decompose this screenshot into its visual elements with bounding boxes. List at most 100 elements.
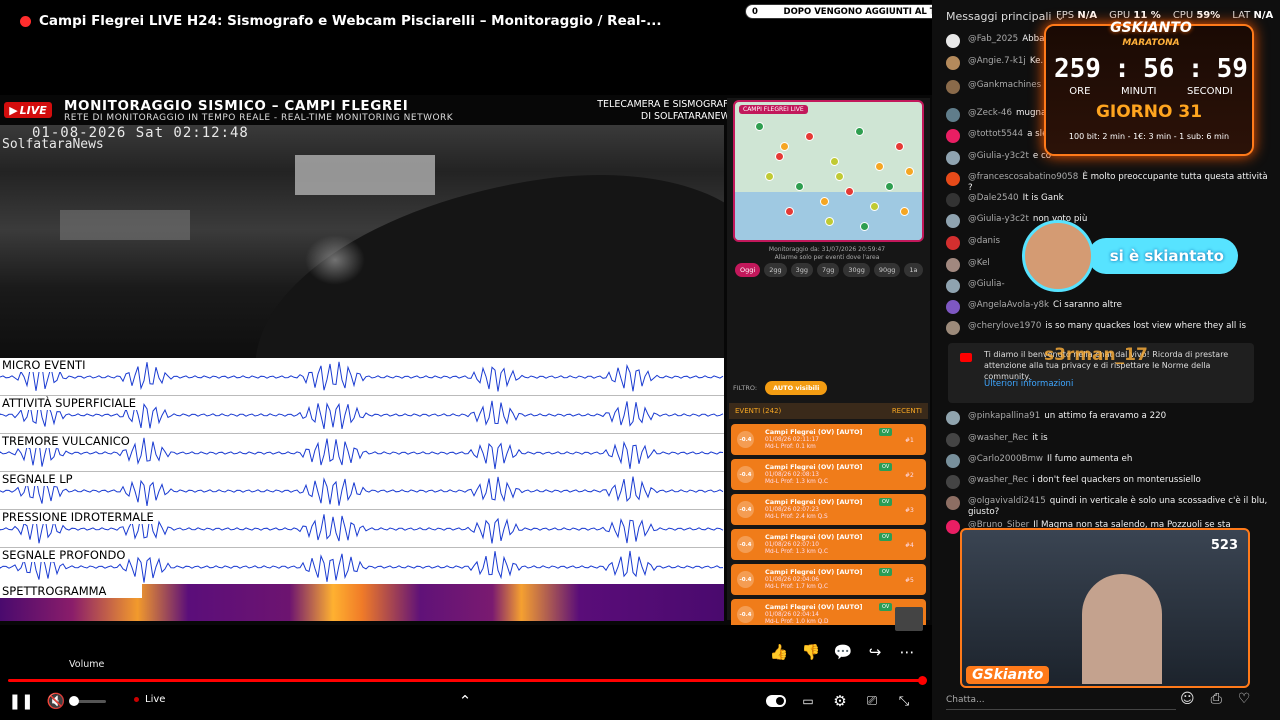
map-event-marker[interactable]	[795, 182, 804, 191]
event-card[interactable]: -0.4 Campi Flegrei (OV) [AUTO] 01/08/26 02…	[731, 459, 926, 490]
avatar[interactable]	[946, 496, 960, 510]
timer-subtitle: MARATONA	[1122, 38, 1180, 48]
chat-author[interactable]: @Fab_2025	[968, 34, 1018, 44]
avatar[interactable]	[946, 193, 960, 207]
map-event-marker[interactable]	[785, 207, 794, 216]
avatar[interactable]	[946, 34, 960, 48]
mute-icon[interactable]: 🔇	[46, 690, 66, 712]
avatar[interactable]	[946, 520, 960, 534]
events-sort[interactable]: RECENTI	[892, 407, 922, 415]
map-event-marker[interactable]	[905, 167, 914, 176]
chat-mode[interactable]: Messaggi principali	[946, 10, 1051, 23]
share-icon[interactable]: ↪	[866, 643, 884, 661]
event-map[interactable]: CAMPI FLEGREI LIVE	[733, 100, 924, 242]
chat-author[interactable]: @Zeck-46	[968, 108, 1012, 118]
map-event-marker[interactable]	[820, 197, 829, 206]
chat-message: @olgavivaldi2415 quindi in verticale è so…	[946, 496, 1268, 518]
avatar[interactable]	[946, 129, 960, 143]
progress-thumb[interactable]	[918, 676, 927, 685]
time-range-1a[interactable]: 1a	[904, 263, 923, 277]
chat-author[interactable]: @tottot5544	[968, 129, 1023, 139]
chat-author[interactable]: @washer_Rec	[968, 475, 1028, 485]
super-chat-icon[interactable]: ♡	[1238, 691, 1251, 707]
event-magnitude: -0.4	[737, 501, 754, 518]
subtitles-icon[interactable]: ▭	[798, 690, 818, 712]
dislike-icon[interactable]: 👎	[802, 643, 821, 661]
avatar[interactable]	[946, 151, 960, 165]
map-event-marker[interactable]	[775, 152, 784, 161]
map-event-marker[interactable]	[805, 132, 814, 141]
volume-knob[interactable]	[69, 696, 79, 706]
event-card[interactable]: -0.4 Campi Flegrei (OV) [AUTO] 01/08/26 02…	[731, 424, 926, 455]
avatar[interactable]	[946, 236, 960, 250]
chat-author[interactable]: @olgavivaldi2415	[968, 496, 1046, 506]
event-card[interactable]: -0.4 Campi Flegrei (OV) [AUTO] 01/08/26 02…	[731, 564, 926, 595]
map-event-marker[interactable]	[755, 122, 764, 131]
more-icon[interactable]: ⋯	[898, 643, 916, 661]
avatar[interactable]	[946, 411, 960, 425]
progress-bar[interactable]	[8, 679, 924, 682]
gift-icon[interactable]: ⎙	[1211, 691, 1222, 707]
chat-message-body: @olgavivaldi2415 quindi in verticale è so…	[968, 496, 1268, 518]
map-event-marker[interactable]	[855, 127, 864, 136]
event-card[interactable]: -0.4 Campi Flegrei (OV) [AUTO] 01/08/26 02…	[731, 494, 926, 525]
map-event-marker[interactable]	[830, 157, 839, 166]
chevron-up-icon[interactable]: ⌃	[455, 690, 475, 712]
map-event-marker[interactable]	[870, 202, 879, 211]
avatar[interactable]	[946, 214, 960, 228]
like-icon[interactable]: 👍	[770, 643, 789, 661]
avatar[interactable]	[946, 475, 960, 489]
pause-icon[interactable]: ❚❚	[8, 690, 33, 712]
time-range-2gg[interactable]: 2gg	[764, 263, 787, 277]
chat-input[interactable]: Chatta...	[946, 690, 1176, 710]
chat-icon[interactable]: 💬	[834, 643, 853, 661]
filter-pill[interactable]: AUTO visibili	[765, 381, 828, 395]
chat-author[interactable]: @AngelaAvola-y8k	[968, 300, 1049, 310]
autoplay-toggle[interactable]	[766, 695, 786, 707]
cast-icon[interactable]: ⎚	[862, 690, 882, 712]
map-event-marker[interactable]	[900, 207, 909, 216]
avatar[interactable]	[946, 433, 960, 447]
map-event-marker[interactable]	[860, 222, 869, 231]
map-event-marker[interactable]	[765, 172, 774, 181]
map-event-marker[interactable]	[835, 172, 844, 181]
chat-author[interactable]: @cherylove1970	[968, 321, 1041, 331]
map-event-marker[interactable]	[780, 142, 789, 151]
chat-author[interactable]: @washer_Rec	[968, 433, 1028, 443]
live-indicator[interactable]: Live	[134, 694, 165, 705]
time-range-90gg[interactable]: 90gg	[873, 263, 901, 277]
time-range-7gg[interactable]: 7gg	[816, 263, 840, 277]
chat-author[interactable]: @danis	[968, 236, 1000, 246]
time-range-30gg[interactable]: 30gg	[843, 263, 870, 277]
exit-fullscreen-icon[interactable]: ⤡	[894, 690, 914, 712]
video-player[interactable]: Campi Flegrei LIVE H24: Sismografo e Web…	[0, 0, 1018, 720]
avatar[interactable]	[946, 80, 960, 94]
chat-author[interactable]: @Kel	[968, 258, 990, 268]
time-range-3gg[interactable]: 3gg	[790, 263, 813, 277]
notice-link[interactable]: Ulteriori informazioni	[984, 379, 1073, 390]
avatar[interactable]	[946, 279, 960, 293]
chat-author[interactable]: @pinkapallina91	[968, 411, 1040, 421]
chat-author[interactable]: @Carlo2000Bmw	[968, 454, 1043, 464]
map-event-marker[interactable]	[885, 182, 894, 191]
map-event-marker[interactable]	[875, 162, 884, 171]
event-card[interactable]: -0.4 Campi Flegrei (OV) [AUTO] 01/08/26 02…	[731, 529, 926, 560]
avatar[interactable]	[946, 172, 960, 186]
map-event-marker[interactable]	[845, 187, 854, 196]
chat-author[interactable]: @Gankmachines	[968, 80, 1041, 90]
avatar[interactable]	[946, 300, 960, 314]
time-range-oggi[interactable]: Oggi	[735, 263, 761, 277]
map-event-marker[interactable]	[825, 217, 834, 226]
avatar[interactable]	[946, 108, 960, 122]
avatar[interactable]	[946, 258, 960, 272]
chat-author[interactable]: @Angie.7-k1j	[968, 56, 1026, 66]
emoji-icon[interactable]: ☺	[1180, 691, 1195, 707]
map-event-marker[interactable]	[895, 142, 904, 151]
avatar[interactable]	[946, 321, 960, 335]
webcam-view: 01-08-2026 Sat 02:12:48 SolfataraNews	[0, 125, 724, 358]
settings-icon[interactable]: ⚙	[830, 690, 850, 712]
chat-author[interactable]: @Giulia-y3c2t	[968, 151, 1029, 161]
chat-author[interactable]: @Giulia-	[968, 279, 1005, 289]
avatar[interactable]	[946, 56, 960, 70]
avatar[interactable]	[946, 454, 960, 468]
